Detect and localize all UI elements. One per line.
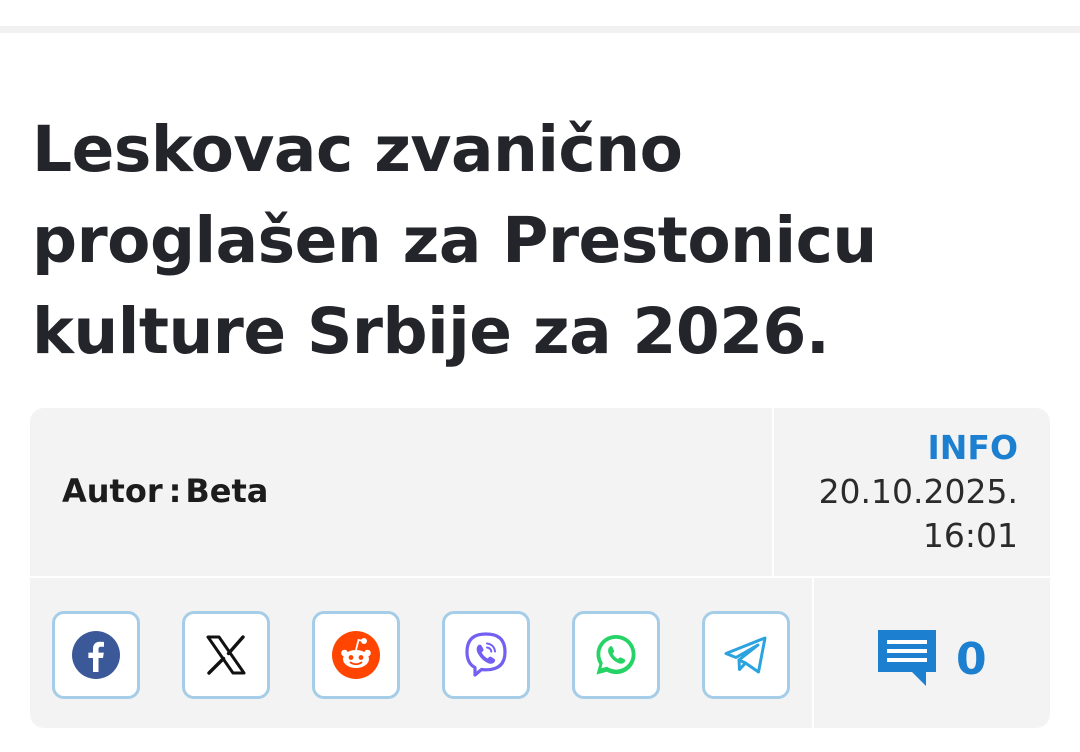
share-x-button[interactable]	[182, 611, 270, 699]
author-separator: :	[168, 472, 182, 510]
facebook-icon	[71, 630, 121, 680]
viber-icon	[461, 630, 511, 680]
share-reddit-button[interactable]	[312, 611, 400, 699]
telegram-icon	[721, 630, 771, 680]
share-telegram-button[interactable]	[702, 611, 790, 699]
author-line: Autor: Beta	[62, 472, 268, 510]
reddit-icon	[331, 630, 381, 680]
category-date-block: INFO 20.10.2025. 16:01	[819, 426, 1018, 558]
share-divider-vertical	[812, 578, 814, 728]
article-meta-card: Autor: Beta INFO 20.10.2025. 16:01 0	[30, 408, 1050, 728]
share-whatsapp-button[interactable]	[572, 611, 660, 699]
comments-link[interactable]: 0	[876, 628, 987, 692]
top-divider	[0, 26, 1080, 33]
meta-divider-horizontal	[30, 576, 1050, 578]
publish-time: 16:01	[922, 516, 1018, 555]
share-facebook-button[interactable]	[52, 611, 140, 699]
publish-date: 20.10.2025.	[818, 472, 1018, 511]
category-link[interactable]: INFO	[819, 426, 1019, 470]
comment-count: 0	[956, 634, 987, 685]
meta-divider-vertical	[772, 408, 774, 576]
x-icon	[204, 633, 248, 677]
article-headline: Leskovac zvanično proglašen za Prestonic…	[32, 113, 877, 368]
comment-icon	[876, 628, 938, 692]
whatsapp-icon	[591, 630, 641, 680]
author-name[interactable]: Beta	[185, 472, 268, 510]
author-label: Autor	[62, 472, 163, 510]
share-viber-button[interactable]	[442, 611, 530, 699]
